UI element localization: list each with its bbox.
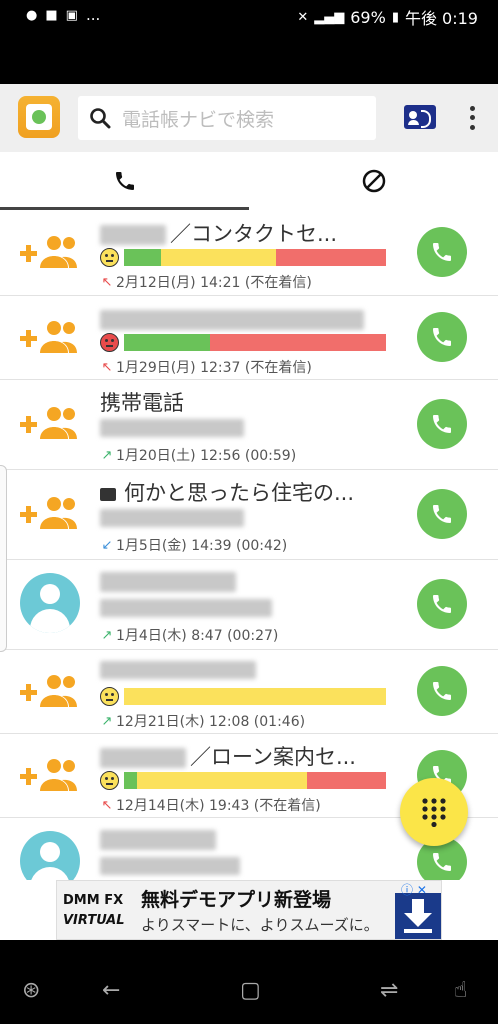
battery-percent: 69% [350, 7, 386, 27]
contact-name: 何かと思ったら住宅の... [124, 481, 355, 505]
dialpad-icon [422, 798, 446, 827]
call-button[interactable] [417, 227, 467, 277]
rating-bar [124, 688, 386, 705]
phone-icon [433, 505, 451, 523]
missed-call-icon: ↖ [101, 274, 113, 290]
contact-name: 携帯電話 [100, 391, 184, 415]
add-contact-icon[interactable] [18, 403, 82, 443]
app-logo[interactable] [18, 96, 60, 138]
search-box[interactable]: 電話帳ナビで検索 [78, 96, 376, 140]
outgoing-call-icon: ↗ [101, 627, 113, 643]
call-button[interactable] [417, 312, 467, 362]
call-detail: 2月12日(月) 14:21 (不在着信) [116, 275, 312, 291]
call-row[interactable]: 何かと思ったら住宅の... ↙ 1月5日(金) 14:39 (00:42) [0, 469, 498, 560]
phone-icon [433, 243, 451, 261]
call-button[interactable] [417, 489, 467, 539]
contact-name: ／ローン案内セ... [190, 745, 356, 769]
outgoing-call-icon: ↗ [101, 713, 113, 729]
call-button[interactable] [417, 666, 467, 716]
call-detail: 1月5日(金) 14:39 (00:42) [116, 538, 288, 554]
call-row[interactable]: ↖ 1月29日(月) 12:37 (不在着信) [0, 295, 498, 380]
phone-icon [433, 328, 451, 346]
phone-icon [433, 853, 451, 871]
outgoing-call-icon: ↗ [101, 447, 113, 463]
rating-neutral-icon [100, 248, 119, 267]
ad-banner[interactable]: DMM FX VIRTUAL 無料デモアプリ新登場 よりスマートに、よりスムーズ… [0, 880, 498, 940]
ad-title: 無料デモアプリ新登場 [141, 889, 332, 911]
download-icon[interactable] [395, 893, 441, 939]
battery-icon: ▮ [391, 9, 399, 25]
call-detail: 1月20日(土) 12:56 (00:59) [116, 448, 297, 464]
voicemail-icon: ▣ [65, 7, 78, 23]
game-tools-icon[interactable]: ⊛ [22, 978, 40, 1003]
call-detail: 12月14日(木) 19:43 (不在着信) [116, 798, 321, 814]
add-contact-icon[interactable] [18, 232, 82, 272]
incoming-call-icon: ↙ [101, 537, 113, 553]
signal-icon: ▂▄▆ [314, 9, 345, 25]
phone-icon [433, 682, 451, 700]
call-detail: 12月21日(木) 12:08 (01:46) [116, 714, 306, 730]
app-bar: 電話帳ナビで検索 [0, 84, 498, 152]
call-row[interactable]: ↗ 12月21日(木) 12:08 (01:46) [0, 649, 498, 734]
more-options-icon[interactable] [462, 104, 482, 132]
add-contact-icon[interactable] [18, 755, 82, 795]
call-button[interactable] [417, 579, 467, 629]
tab-call-history[interactable] [0, 152, 249, 210]
ad-brand-logo: DMM FX [63, 893, 124, 908]
tab-bar [0, 152, 498, 210]
avatar[interactable] [20, 831, 80, 880]
mute-icon: ✕ [297, 9, 309, 25]
status-bar: ● ■ ▣ ... ✕ ▂▄▆ 69% ▮ 午後 0:19 [0, 0, 498, 84]
back-icon[interactable]: ← [102, 978, 120, 1003]
add-contact-icon[interactable] [18, 493, 82, 533]
status-more: ... [85, 6, 101, 24]
ad-content[interactable]: DMM FX VIRTUAL 無料デモアプリ新登場 よりスマートに、よりスムーズ… [56, 880, 442, 940]
gesture-icon[interactable]: ☝ [454, 978, 467, 1003]
phone-icon [433, 415, 451, 433]
call-detail: 1月29日(月) 12:37 (不在着信) [116, 360, 312, 376]
call-button[interactable] [417, 399, 467, 449]
call-row[interactable]: ↗ 1月4日(木) 8:47 (00:27) [0, 559, 498, 650]
ad-info-icon[interactable]: ⓘ ✕ [401, 881, 427, 898]
home-icon[interactable]: ▢ [240, 978, 261, 1003]
clock: 午後 0:19 [404, 9, 478, 28]
ad-subtitle: よりスマートに、よりスムーズに。 [141, 916, 379, 934]
rating-bad-icon [100, 333, 119, 352]
call-row[interactable]: ／コンタクトセ... ↖ 2月12日(月) 14:21 (不在着信) [0, 210, 498, 296]
tab-blocked[interactable] [249, 152, 498, 210]
call-row[interactable]: 携帯電話 ↗ 1月20日(土) 12:56 (00:59) [0, 379, 498, 470]
message-icon [100, 487, 116, 501]
navigation-bar: ⊛ ← ▢ ⇌ ☝ [0, 940, 498, 1024]
edge-panel-handle[interactable] [0, 465, 7, 652]
search-input[interactable]: 電話帳ナビで検索 [122, 105, 274, 132]
rating-bar [124, 334, 386, 351]
search-icon [90, 108, 111, 129]
add-contact-icon[interactable] [18, 317, 82, 357]
block-icon [362, 169, 385, 193]
rating-neutral-icon [100, 687, 119, 706]
rating-bar [124, 249, 386, 266]
contact-name: ／コンタクトセ... [170, 222, 338, 246]
missed-call-icon: ↖ [101, 797, 113, 813]
line-icon: ● [26, 7, 38, 23]
rating-neutral-icon [100, 771, 119, 790]
phone-icon [115, 172, 134, 190]
rating-bar [124, 772, 386, 789]
contacts-icon[interactable] [404, 105, 436, 129]
add-contact-icon[interactable] [18, 671, 82, 711]
recents-icon[interactable]: ⇌ [380, 978, 398, 1003]
notification-icon: ■ [45, 7, 58, 23]
phone-icon [433, 595, 451, 613]
call-detail: 1月4日(木) 8:47 (00:27) [116, 628, 279, 644]
avatar[interactable] [20, 573, 80, 633]
dialpad-button[interactable] [400, 778, 468, 846]
missed-call-icon: ↖ [101, 359, 113, 375]
ad-brand-sub: VIRTUAL [63, 913, 125, 928]
